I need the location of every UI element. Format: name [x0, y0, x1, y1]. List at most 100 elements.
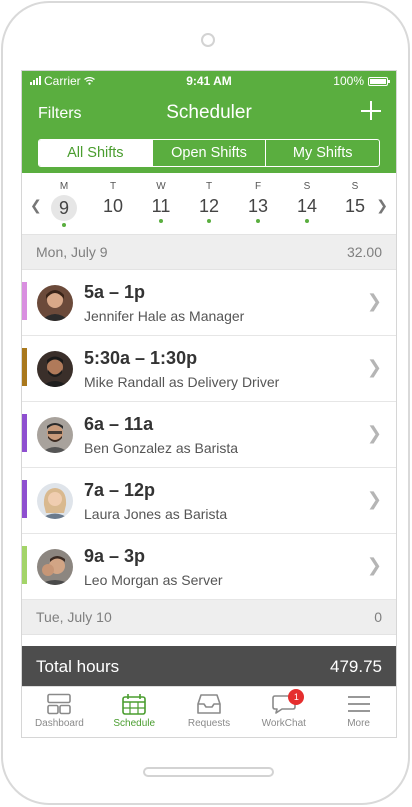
shift-row[interactable]: 9a – 3p Leo Morgan as Server ❯ [22, 534, 396, 600]
segment-all-shifts[interactable]: All Shifts [39, 140, 152, 166]
shift-indicator-dot [207, 219, 211, 223]
home-indicator [143, 767, 274, 777]
shift-indicator-dot [256, 219, 260, 223]
position-color-bar [22, 282, 27, 320]
shift-assignee: Mike Randall as Delivery Driver [84, 374, 280, 390]
position-color-bar [22, 480, 27, 518]
shift-assignee: Ben Gonzalez as Barista [84, 440, 239, 456]
shift-assignee: Jennifer Hale as Manager [84, 308, 245, 324]
day-of-week: T [109, 181, 117, 192]
tab-schedule[interactable]: Schedule [97, 687, 172, 737]
shift-assignee: Laura Jones as Barista [84, 506, 228, 522]
shift-indicator-dot [305, 219, 309, 223]
tab-label: WorkChat [261, 718, 306, 729]
app-header: Carrier 9:41 AM 100% Filters Scheduler A… [22, 71, 396, 173]
tab-label: Dashboard [34, 718, 84, 729]
day-number: 10 [102, 196, 124, 216]
status-bar: Carrier 9:41 AM 100% [22, 71, 396, 91]
day-of-week: W [156, 181, 166, 192]
app-screen: Carrier 9:41 AM 100% Filters Scheduler A… [21, 70, 397, 738]
avatar [37, 285, 73, 321]
position-color-bar [22, 546, 27, 584]
shift-time: 5:30a – 1:30p [84, 348, 198, 368]
phone-frame: Carrier 9:41 AM 100% Filters Scheduler A… [1, 1, 410, 805]
front-camera [201, 33, 215, 47]
day-fri-13[interactable]: F 13 [241, 181, 275, 223]
day-wed-11[interactable]: W 11 [144, 181, 178, 223]
tab-label: Schedule [113, 718, 156, 729]
shift-time: 9a – 3p [84, 546, 146, 566]
tab-label: Requests [187, 718, 231, 729]
segment-my-shifts[interactable]: My Shifts [265, 140, 379, 166]
section-date: Mon, July 9 [36, 244, 108, 260]
chevron-right-icon: ❯ [366, 291, 382, 311]
shift-row[interactable]: 5a – 1p Jennifer Hale as Manager ❯ [22, 270, 396, 336]
day-tue-10[interactable]: T 10 [96, 181, 130, 217]
chevron-right-icon: ❯ [366, 423, 382, 443]
chevron-right-icon: ❯ [366, 357, 382, 377]
shift-indicator-dot [159, 219, 163, 223]
avatar [37, 549, 73, 585]
inbox-icon [197, 694, 221, 714]
day-thu-12[interactable]: T 12 [192, 181, 226, 223]
shift-row[interactable]: 7a – 12p Laura Jones as Barista ❯ [22, 468, 396, 534]
shift-filter-segment: All Shifts Open Shifts My Shifts [38, 139, 380, 167]
day-sat-14[interactable]: S 14 [290, 181, 324, 223]
bottom-tab-bar: Dashboard Schedule Requests WorkChat 1 M… [22, 686, 396, 737]
day-number: 11 [151, 196, 171, 216]
nav-row: Filters Scheduler [22, 97, 396, 127]
section-date: Tue, July 10 [36, 609, 112, 625]
avatar [37, 483, 73, 519]
segment-open-shifts[interactable]: Open Shifts [151, 140, 266, 166]
total-hours-value: 479.75 [330, 657, 382, 676]
section-hours: 32.00 [346, 244, 382, 260]
dashboard-icon [47, 693, 72, 715]
day-number: 12 [198, 196, 220, 216]
day-of-week: M [59, 181, 69, 192]
day-number: 9 [51, 195, 77, 221]
battery-icon [368, 76, 390, 86]
day-sun-15[interactable]: S 15 [338, 181, 372, 217]
week-strip: ❮ M 9 T 10 W 11 T 12 F 13 S 14 S 15 ❯ [22, 173, 396, 235]
shift-row[interactable]: 5:30a – 1:30p Mike Randall as Delivery D… [22, 336, 396, 402]
chevron-right-icon: ❯ [366, 489, 382, 509]
calendar-icon [122, 694, 146, 715]
total-hours-bar: Total hours 479.75 [22, 646, 396, 688]
section-hours: 0 [374, 609, 382, 625]
position-color-bar [22, 348, 27, 386]
avatar [37, 351, 73, 387]
day-of-week: F [254, 181, 262, 192]
total-hours-label: Total hours [36, 657, 120, 676]
tab-requests[interactable]: Requests [172, 687, 247, 737]
avatar [37, 417, 73, 453]
tab-dashboard[interactable]: Dashboard [22, 687, 97, 737]
day-of-week: S [303, 181, 311, 192]
notification-badge: 1 [288, 689, 305, 705]
day-section-header: Mon, July 9 32.00 [22, 235, 396, 270]
tab-more[interactable]: More [321, 687, 396, 737]
tab-workchat[interactable]: WorkChat 1 [246, 687, 321, 737]
tab-label: More [347, 718, 370, 729]
day-mon-9[interactable]: M 9 [47, 181, 81, 227]
chevron-left-icon[interactable]: ❮ [30, 197, 42, 214]
position-color-bar [22, 414, 27, 452]
shift-time: 7a – 12p [84, 480, 156, 500]
menu-icon [347, 696, 370, 712]
page-title: Scheduler [166, 102, 252, 123]
battery-status: 100% [333, 74, 390, 88]
day-of-week: T [205, 181, 213, 192]
day-section-header: Tue, July 10 0 [22, 600, 396, 635]
chevron-right-icon[interactable]: ❯ [376, 197, 388, 214]
chevron-right-icon: ❯ [366, 555, 382, 575]
shift-time: 5a – 1p [84, 282, 146, 302]
battery-percent: 100% [333, 74, 364, 88]
day-number: 13 [247, 196, 269, 216]
day-number: 15 [344, 196, 366, 216]
day-number: 14 [296, 196, 318, 216]
shift-time: 6a – 11a [84, 414, 154, 434]
shift-indicator-dot [62, 223, 66, 227]
plus-icon[interactable] [360, 99, 382, 121]
shift-row[interactable]: 6a – 11a Ben Gonzalez as Barista ❯ [22, 402, 396, 468]
day-of-week: S [351, 181, 359, 192]
shift-assignee: Leo Morgan as Server [84, 572, 223, 588]
